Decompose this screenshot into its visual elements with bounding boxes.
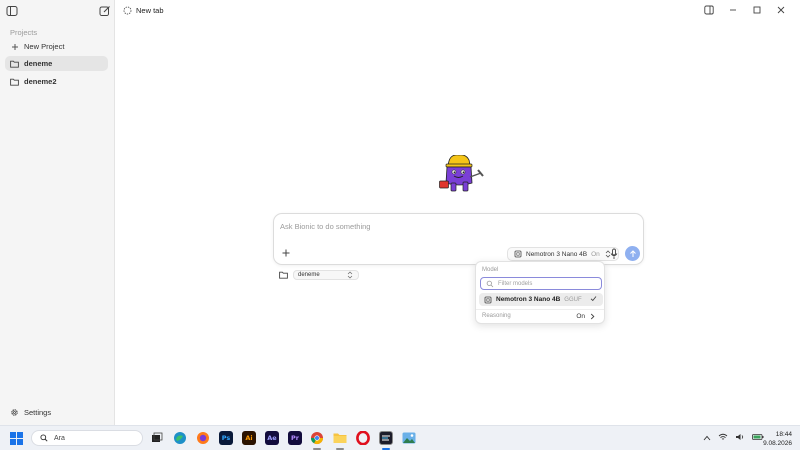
sidebar-item-label: deneme <box>24 59 53 68</box>
prompt-input[interactable]: Ask Bionic to do something <box>280 222 370 231</box>
premiere-icon[interactable]: Pr <box>288 431 302 445</box>
file-explorer-icon[interactable] <box>333 431 347 445</box>
wifi-icon[interactable] <box>718 433 728 443</box>
folder-icon <box>10 59 19 68</box>
window-controls <box>704 5 786 15</box>
send-button[interactable] <box>625 246 640 261</box>
model-selector-button[interactable]: Nemotron 3 Nano 4B On <box>507 247 619 261</box>
prompt-composer: Ask Bionic to do something Nemotron 3 Na… <box>273 213 644 265</box>
cpu-icon <box>513 250 522 259</box>
sidebar-item-deneme[interactable]: deneme <box>5 56 108 71</box>
close-icon[interactable] <box>776 5 786 15</box>
dropdown-heading: Model <box>482 267 499 273</box>
windows-start-icon[interactable] <box>10 432 23 445</box>
model-format-tag: GGUF <box>564 296 582 303</box>
firefox-icon[interactable] <box>196 431 210 445</box>
project-select-row: deneme <box>279 270 359 280</box>
main-area: New tab Ask Bionic to do something Nemot… <box>115 0 800 425</box>
illustrator-icon[interactable]: Ai <box>242 431 256 445</box>
edge-icon[interactable] <box>173 431 187 445</box>
bionic-app-icon[interactable] <box>379 431 393 445</box>
project-select-value: deneme <box>298 272 320 278</box>
taskbar-search-text: Ara <box>54 434 65 442</box>
taskbar-search[interactable]: Ara <box>31 430 143 446</box>
gear-icon <box>10 408 19 417</box>
system-clock[interactable]: 18:44 9.08.2026 <box>763 430 792 448</box>
tab-title: New tab <box>136 6 164 15</box>
system-tray <box>703 433 764 443</box>
chevron-right-icon <box>588 312 597 321</box>
chevron-updown-icon <box>345 271 354 280</box>
sidebar-item-deneme2[interactable]: deneme2 <box>5 74 108 89</box>
reasoning-label: Reasoning <box>482 313 511 319</box>
reasoning-state: On <box>591 250 600 258</box>
microphone-icon[interactable] <box>609 248 619 260</box>
settings-button[interactable]: Settings <box>5 405 108 419</box>
opera-icon[interactable] <box>356 431 370 445</box>
after-effects-icon[interactable]: Ae <box>265 431 279 445</box>
sidebar: Projects New Project deneme deneme2 Sett… <box>0 0 115 425</box>
search-icon <box>39 434 48 443</box>
dropdown-divider <box>476 309 604 310</box>
maximize-icon[interactable] <box>752 5 762 15</box>
new-project-label: New Project <box>24 42 65 51</box>
cpu-icon <box>483 295 492 304</box>
arrow-up-icon <box>629 249 636 257</box>
model-option-name: Nemotron 3 Nano 4B <box>496 296 561 303</box>
minimize-icon[interactable] <box>728 5 738 15</box>
tab-new[interactable]: New tab <box>123 6 164 15</box>
settings-label: Settings <box>24 407 52 417</box>
new-project-button[interactable]: New Project <box>5 39 108 54</box>
model-option[interactable]: Nemotron 3 Nano 4B GGUF <box>479 293 603 306</box>
filter-models-input[interactable]: Filter models <box>480 277 602 290</box>
reasoning-toggle[interactable]: On <box>576 312 597 321</box>
folder-open-icon <box>279 271 288 280</box>
dashed-circle-icon <box>123 6 132 15</box>
plus-icon <box>10 42 19 51</box>
project-select[interactable]: deneme <box>293 270 359 280</box>
clock-date: 9.08.2026 <box>763 440 792 447</box>
folder-icon <box>10 77 19 86</box>
reasoning-value: On <box>576 313 585 320</box>
model-dropdown: Model Filter models Nemotron 3 Nano 4B G… <box>475 261 605 324</box>
task-view-icon[interactable] <box>150 431 164 445</box>
add-attachment-icon[interactable] <box>281 248 291 258</box>
volume-icon[interactable] <box>735 433 745 443</box>
mascot-illustration <box>439 154 487 195</box>
sidebar-header <box>0 0 115 22</box>
sidebar-toggle-icon[interactable] <box>6 5 18 17</box>
taskbar: Ara Ps Ai Ae Pr 18:44 9.08.2026 <box>0 425 800 450</box>
projects-heading: Projects <box>10 28 38 37</box>
photoshop-icon[interactable]: Ps <box>219 431 233 445</box>
photos-icon[interactable] <box>402 431 416 445</box>
filter-placeholder: Filter models <box>498 280 533 287</box>
sidebar-item-label: deneme2 <box>24 77 57 86</box>
chrome-icon[interactable] <box>310 431 324 445</box>
check-icon <box>590 295 597 304</box>
new-chat-icon[interactable] <box>99 5 111 17</box>
model-name: Nemotron 3 Nano 4B <box>526 250 588 258</box>
clock-time: 18:44 <box>775 431 792 438</box>
search-icon <box>485 279 494 288</box>
chevron-up-icon[interactable] <box>703 434 711 443</box>
panel-toggle-icon[interactable] <box>704 5 714 15</box>
